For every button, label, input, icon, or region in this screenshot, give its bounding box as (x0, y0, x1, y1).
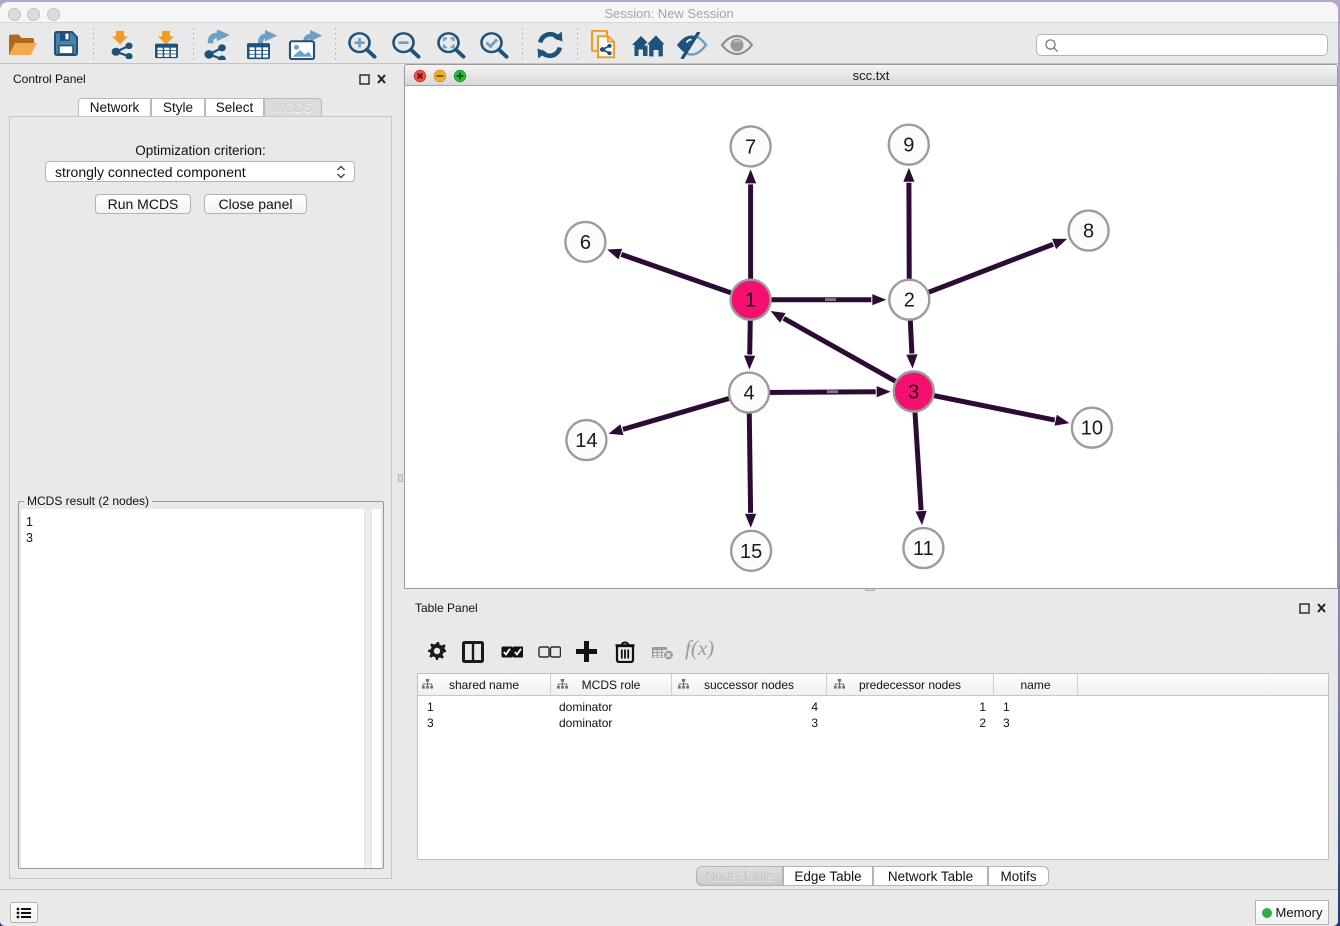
svg-text:3: 3 (908, 382, 919, 404)
svg-text:15: 15 (740, 541, 762, 563)
svg-text:14: 14 (575, 430, 597, 452)
svg-text:2: 2 (904, 290, 915, 312)
svg-text:9: 9 (903, 135, 914, 157)
svg-text:11: 11 (913, 538, 934, 560)
svg-text:10: 10 (1081, 418, 1103, 440)
svg-text:1: 1 (745, 290, 756, 312)
svg-text:4: 4 (743, 383, 754, 405)
svg-text:6: 6 (580, 232, 591, 254)
svg-text:7: 7 (745, 136, 756, 158)
svg-text:8: 8 (1083, 221, 1094, 243)
